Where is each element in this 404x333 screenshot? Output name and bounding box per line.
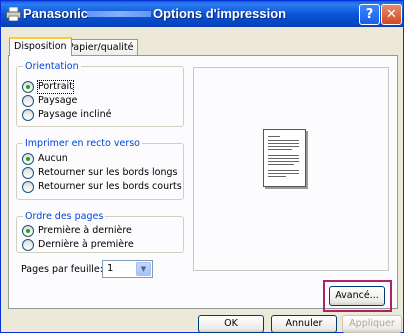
radio-landscape-button[interactable] bbox=[22, 95, 34, 107]
radio-rotated-landscape-button[interactable] bbox=[22, 109, 34, 121]
printer-icon bbox=[6, 7, 21, 21]
window-title-model-redacted bbox=[87, 11, 151, 17]
radio-duplex-long-edge-label: Retourner sur les bords longs bbox=[38, 167, 178, 178]
title-bar[interactable]: Panasonic Options d'impression ? ✕ bbox=[1, 1, 403, 27]
page-order-legend: Ordre des pages bbox=[25, 211, 104, 222]
radio-duplex-long-edge-button[interactable] bbox=[22, 167, 34, 179]
pages-per-sheet-select[interactable]: 1 ▼ bbox=[102, 260, 153, 278]
pages-per-sheet-value: 1 bbox=[107, 263, 114, 274]
radio-duplex-short-edge-button[interactable] bbox=[22, 181, 34, 193]
apply-button[interactable]: Appliquer bbox=[342, 315, 402, 333]
radio-rotated-landscape-label: Paysage incliné bbox=[38, 109, 112, 120]
tab-disposition[interactable]: Disposition bbox=[9, 37, 72, 56]
close-button[interactable]: ✕ bbox=[381, 4, 402, 25]
page-preview-icon bbox=[263, 129, 306, 187]
orientation-legend: Orientation bbox=[25, 61, 79, 72]
radio-back-to-front-button[interactable] bbox=[22, 239, 34, 251]
radio-back-to-front-label: Dernière à première bbox=[38, 239, 134, 250]
tab-paper-quality[interactable]: Papier/qualité bbox=[63, 39, 139, 56]
radio-landscape-label: Paysage bbox=[38, 95, 78, 106]
cancel-button[interactable]: Annuler bbox=[271, 315, 337, 333]
window-title-brand: Panasonic bbox=[23, 6, 89, 21]
ok-button[interactable]: OK bbox=[198, 315, 264, 333]
print-options-window: Panasonic Options d'impression ? ✕ Dispo… bbox=[0, 0, 404, 333]
pages-per-sheet-label: Pages par feuille: bbox=[21, 264, 103, 275]
radio-duplex-short-edge-label: Retourner sur les bords courts bbox=[38, 181, 182, 192]
window-title: Options d'impression bbox=[153, 6, 287, 21]
advanced-button[interactable]: Avancé... bbox=[329, 286, 385, 306]
radio-portrait-button[interactable] bbox=[22, 81, 34, 93]
radio-duplex-none-label: Aucun bbox=[38, 153, 68, 164]
chevron-down-icon[interactable]: ▼ bbox=[136, 262, 151, 276]
help-button[interactable]: ? bbox=[359, 4, 380, 25]
radio-front-to-back-button[interactable] bbox=[22, 225, 34, 237]
radio-duplex-none-button[interactable] bbox=[22, 153, 34, 165]
duplex-legend: Imprimer en recto verso bbox=[25, 138, 140, 149]
radio-portrait-label: Portrait bbox=[37, 80, 74, 94]
radio-front-to-back-label: Première à dernière bbox=[38, 225, 132, 236]
